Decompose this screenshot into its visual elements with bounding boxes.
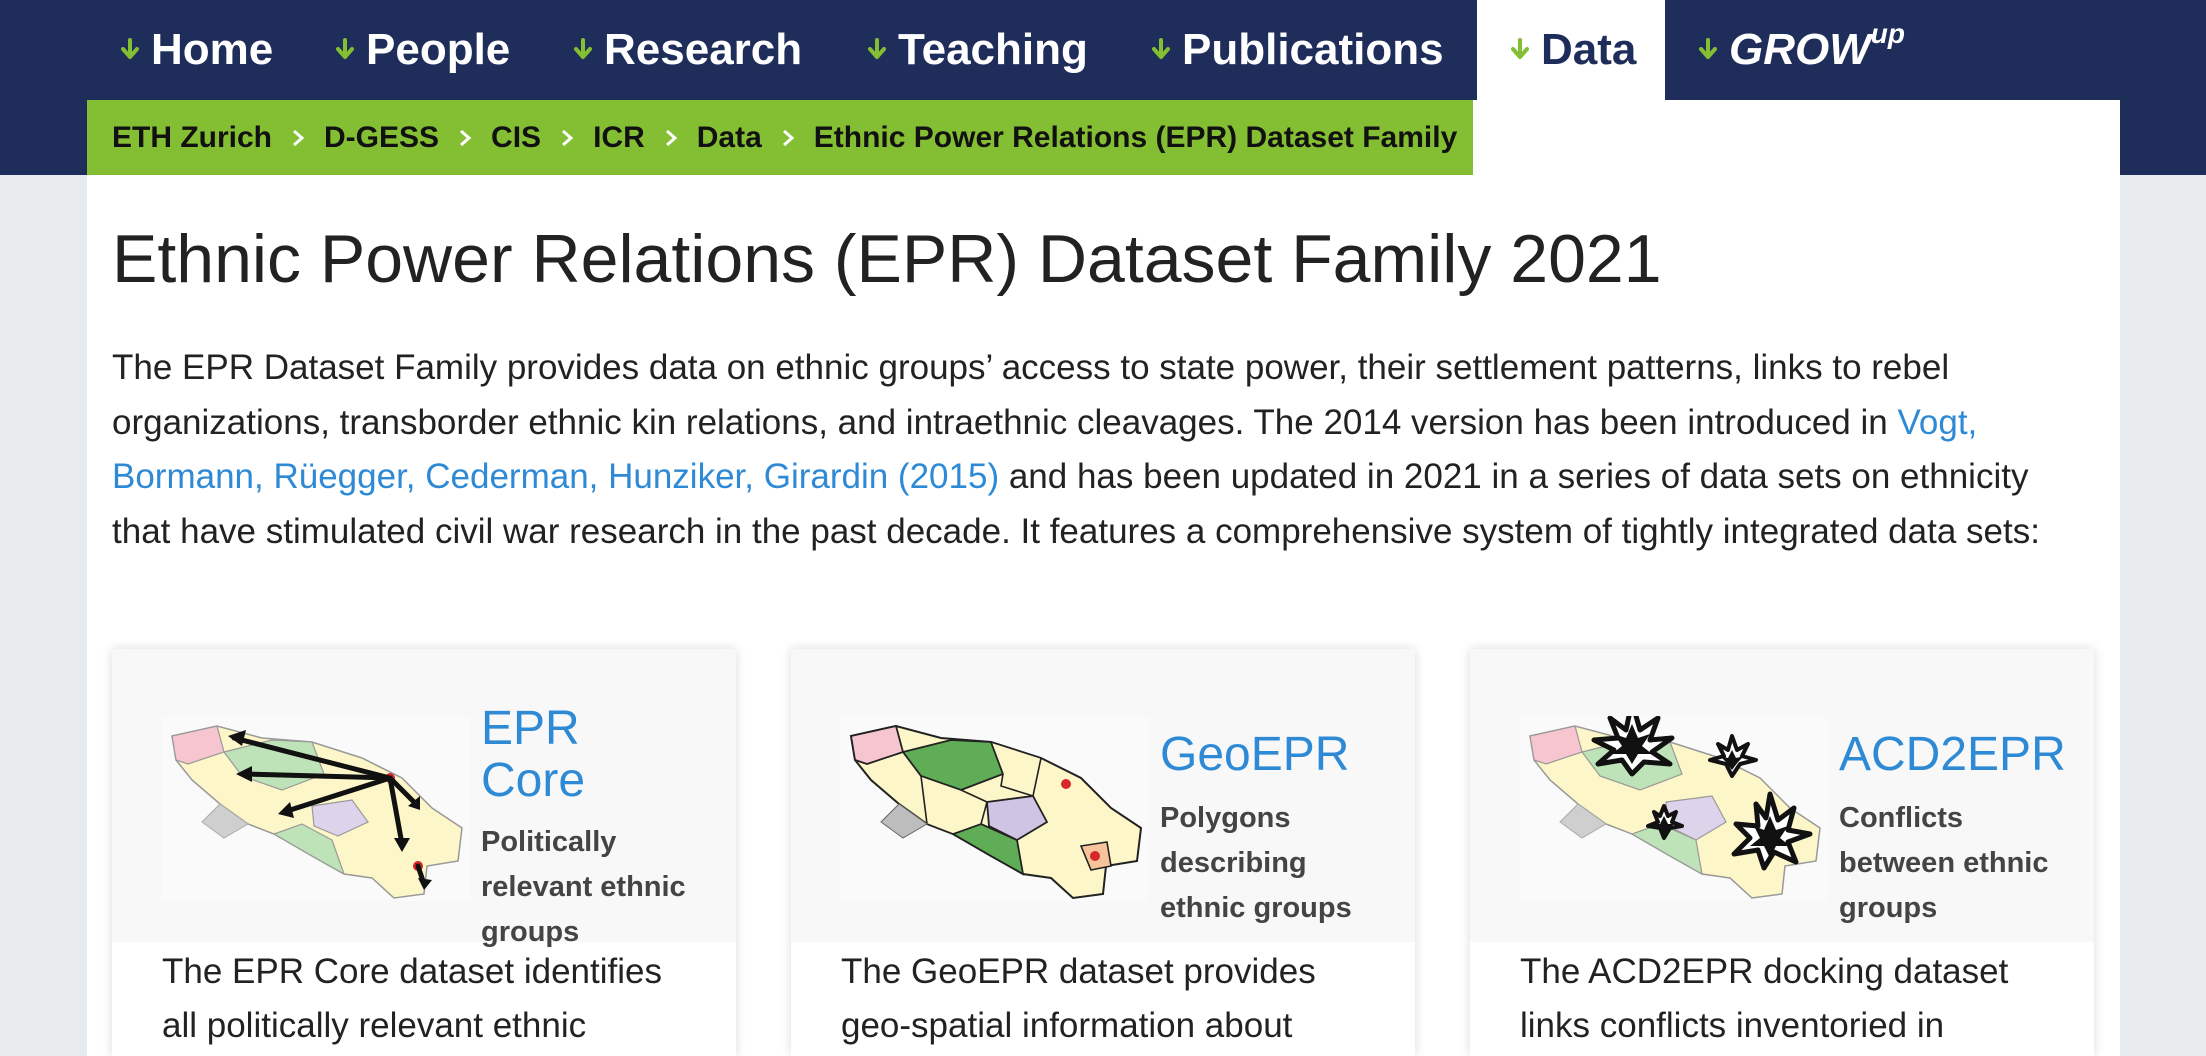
card-subtitle: Polygons describing ethnic groups <box>1160 802 1352 924</box>
nav-item-people[interactable]: People <box>332 0 510 100</box>
breadcrumb-label: Ethnic Power Relations (EPR) Dataset Fam… <box>813 120 1458 154</box>
breadcrumb-item-current: Ethnic Power Relations (EPR) Dataset Fam… <box>762 120 1458 155</box>
nav-item-research[interactable]: Research <box>570 0 802 100</box>
card-title-line: Core <box>481 754 586 807</box>
card-title-line: GeoEPR <box>1160 728 1350 781</box>
intro-paragraph: The EPR Dataset Family provides data on … <box>112 341 2092 559</box>
nav-item-home[interactable]: Home <box>117 0 273 100</box>
breadcrumb-item[interactable]: Data <box>645 121 762 155</box>
page-title: Ethnic Power Relations (EPR) Dataset Fam… <box>112 221 1662 297</box>
nav-item-label: Teaching <box>898 25 1088 74</box>
card-description: The GeoEPR dataset provides geo-spatial … <box>841 952 1316 1045</box>
chevron-right-icon <box>460 129 472 146</box>
card-title-line: ACD2EPR <box>1839 728 2066 781</box>
chevron-right-icon <box>293 129 305 146</box>
arrow-down-icon <box>1511 38 1529 59</box>
card-description: The EPR Core dataset identifies all poli… <box>162 952 662 1045</box>
card-title[interactable]: EPR Core <box>481 703 585 807</box>
breadcrumb-label: ETH Zurich <box>112 120 273 154</box>
nav-item-growup[interactable]: GROW up <box>1695 0 1905 100</box>
arrow-down-icon <box>121 38 139 59</box>
growup-superscript: up <box>1870 18 1905 49</box>
arrow-down-icon <box>1699 38 1717 59</box>
intro-text-1: The EPR Dataset Family provides data on … <box>112 348 1950 442</box>
card-title-line: EPR <box>481 702 580 755</box>
geoepr-map-image <box>841 716 1149 901</box>
card-subtitle: Politically relevant ethnic groups <box>481 826 686 948</box>
nav-item-label: Research <box>604 25 803 74</box>
nav-item-label: Publications <box>1182 25 1444 74</box>
nav-item-teaching[interactable]: Teaching <box>864 0 1088 100</box>
breadcrumb-label: Data <box>696 120 762 154</box>
epr-map-image <box>162 716 470 901</box>
card-acd2epr[interactable]: ACD2EPR Conflicts between ethnic groups … <box>1470 649 2094 1056</box>
card-subtitle: Conflicts between ethnic groups <box>1839 802 2049 924</box>
breadcrumb-label: CIS <box>491 120 542 154</box>
acd2epr-map-image <box>1520 716 1828 901</box>
arrow-down-icon <box>868 38 886 59</box>
breadcrumb-item[interactable]: D-GESS <box>272 121 439 155</box>
chevron-right-icon <box>782 129 795 146</box>
breadcrumb: ETH Zurich D-GESS CIS ICR Data Ethnic Po… <box>87 100 1473 175</box>
card-title[interactable]: GeoEPR <box>1160 729 1349 781</box>
main-nav: Home People Research Teaching Publicatio… <box>0 0 2206 100</box>
chevron-right-icon <box>665 129 678 146</box>
nav-item-label: People <box>366 25 511 74</box>
growup-label: GROW <box>1729 25 1871 74</box>
breadcrumb-label: ICR <box>593 120 645 154</box>
arrow-down-icon <box>1152 38 1170 59</box>
breadcrumb-label: D-GESS <box>324 120 440 154</box>
breadcrumb-item[interactable]: ICR <box>541 121 645 155</box>
nav-item-data[interactable]: Data <box>1477 0 1665 100</box>
nav-item-publications[interactable]: Publications <box>1148 0 1444 100</box>
card-geoepr[interactable]: GeoEPR Polygons describing ethnic groups… <box>791 649 1415 1056</box>
nav-item-label: Data <box>1541 25 1637 74</box>
chevron-right-icon <box>562 129 574 146</box>
breadcrumb-item[interactable]: ETH Zurich <box>87 121 272 155</box>
card-title[interactable]: ACD2EPR <box>1839 729 2066 781</box>
arrow-down-icon <box>574 38 592 59</box>
breadcrumb-item[interactable]: CIS <box>439 121 541 155</box>
arrow-down-icon <box>336 38 354 59</box>
card-epr-core[interactable]: EPR Core Politically relevant ethnic gro… <box>112 649 736 1056</box>
nav-item-label: Home <box>151 25 274 74</box>
card-description: The ACD2EPR docking dataset links confli… <box>1520 952 2009 1045</box>
